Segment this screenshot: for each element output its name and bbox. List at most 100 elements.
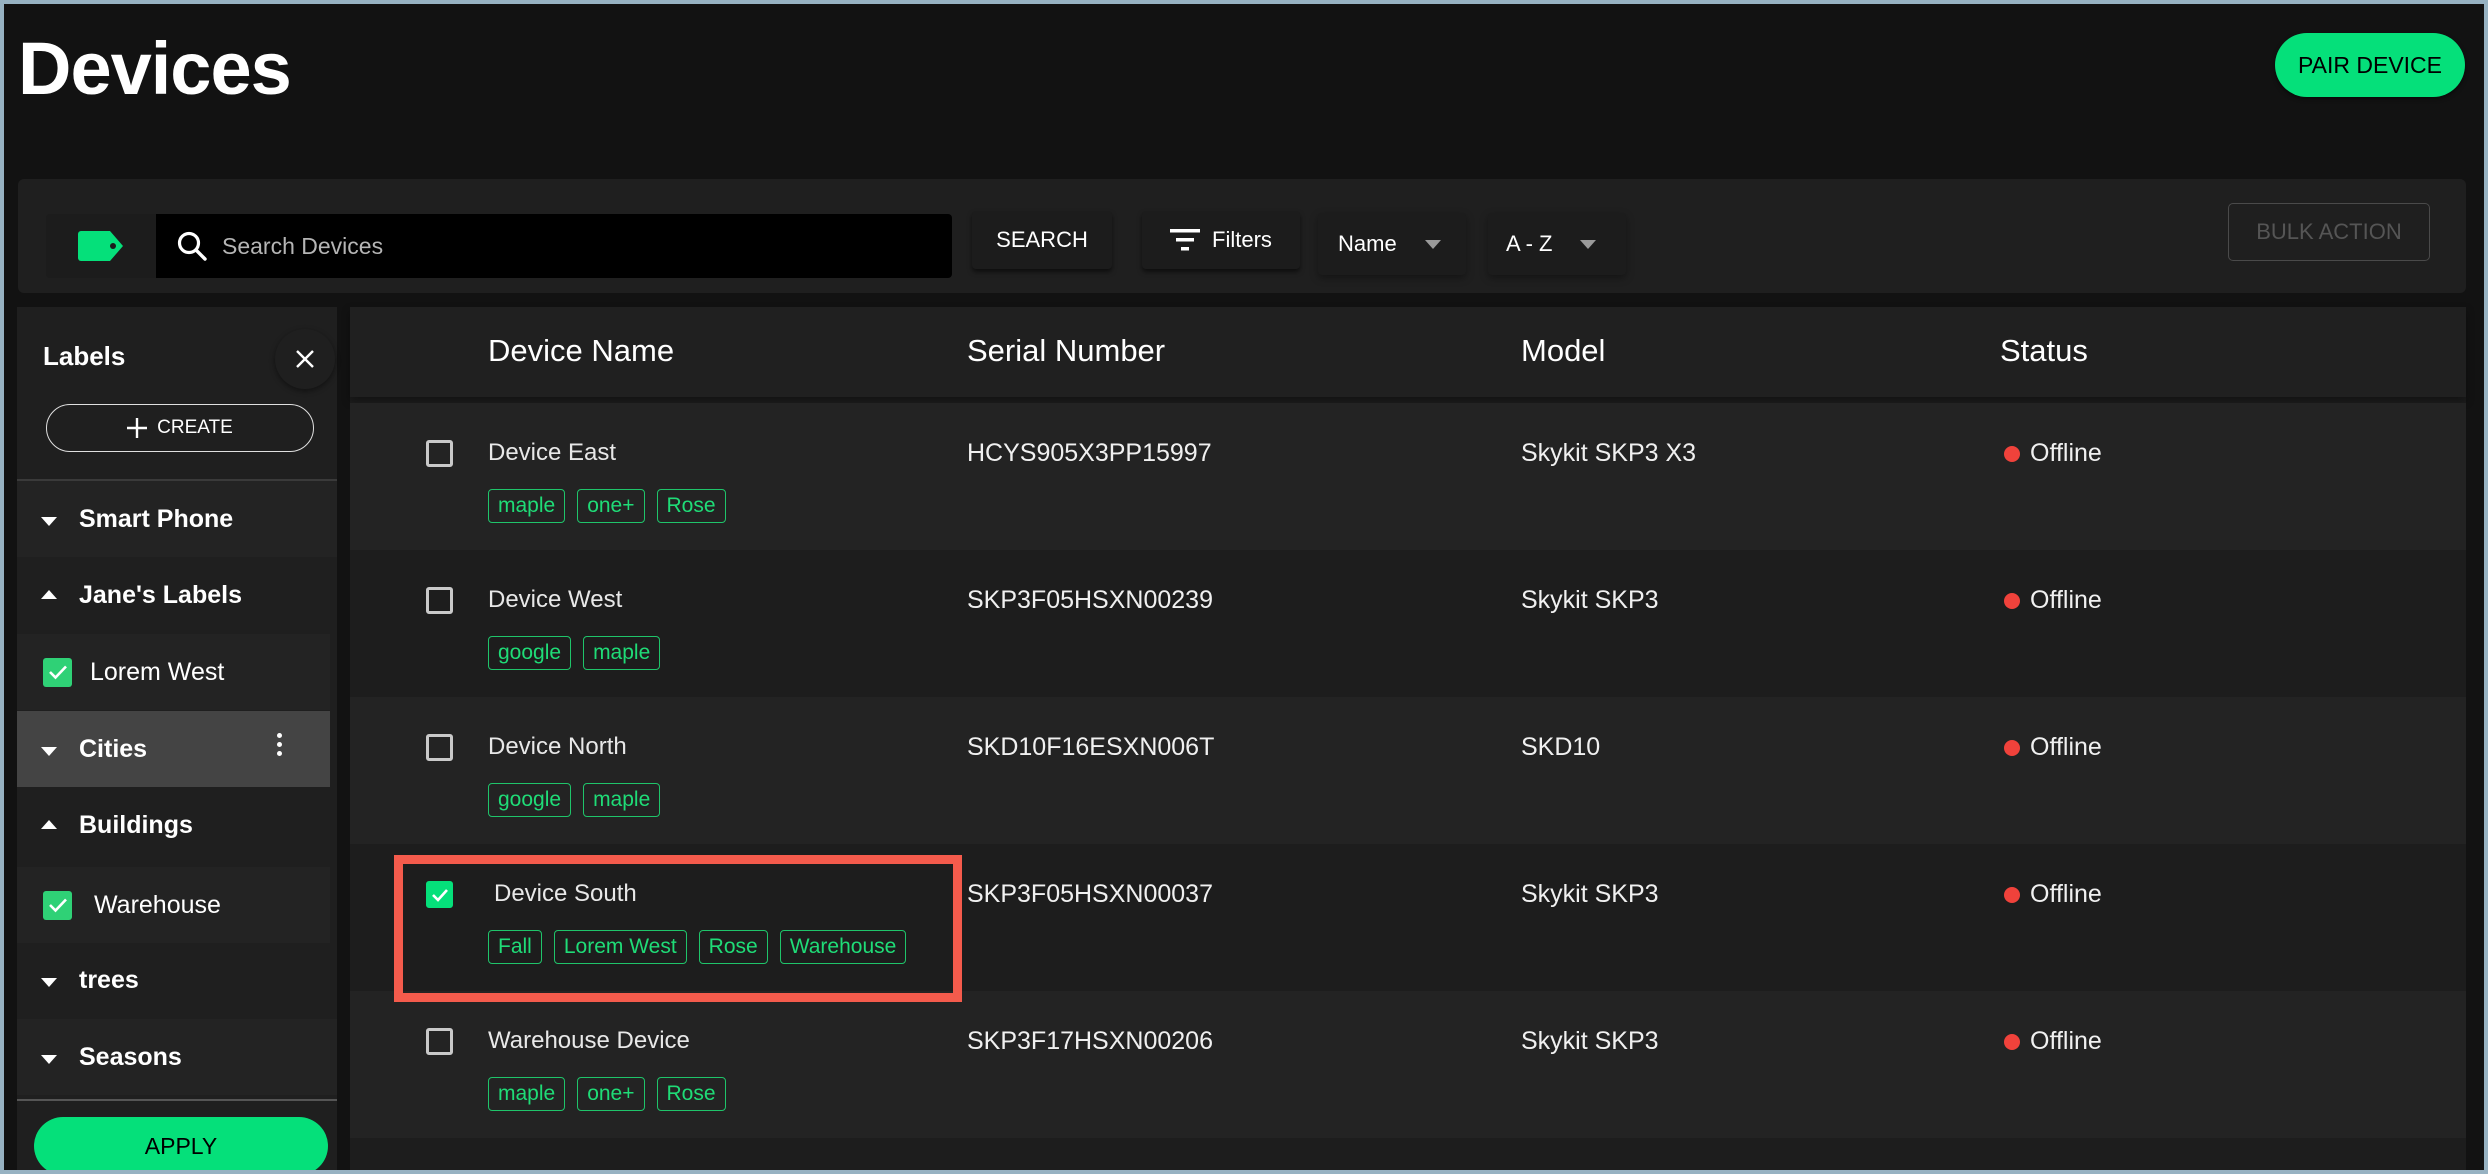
expand-icon <box>41 1054 57 1064</box>
device-name[interactable]: Warehouse Device <box>488 1027 690 1055</box>
label-tag[interactable]: Fall <box>488 930 542 964</box>
create-label-button[interactable]: CREATE <box>46 404 314 452</box>
label-tag[interactable]: maple <box>583 636 661 670</box>
status: Offline <box>2004 1027 2102 1056</box>
label-group-name: Smart Phone <box>79 504 234 533</box>
status-offline-icon <box>2004 886 2020 903</box>
device-label-tags: maple one+ Rose <box>488 489 726 523</box>
serial-number: SKP3F05HSXN00037 <box>967 880 1213 908</box>
label-tag-icon <box>78 231 123 261</box>
row-checkbox[interactable] <box>426 1028 453 1055</box>
status-text: Offline <box>2030 880 2102 908</box>
search-input[interactable] <box>222 232 922 260</box>
label-tag[interactable]: google <box>488 636 572 670</box>
row-checkbox[interactable] <box>426 734 453 761</box>
label-group-name: Cities <box>79 734 148 763</box>
pair-device-button[interactable]: PAIR DEVICE <box>2275 33 2465 97</box>
status-offline-icon <box>2004 445 2020 462</box>
check-icon <box>48 898 67 913</box>
label-tag[interactable]: one+ <box>577 489 645 523</box>
label-item-warehouse[interactable]: Warehouse <box>17 867 330 943</box>
label-group-cities[interactable]: Cities <box>17 711 330 787</box>
table-row[interactable]: Device East maple one+ Rose HCYS905X3PP15997… <box>350 403 2466 550</box>
status: Offline <box>2004 733 2102 762</box>
label-group-name: trees <box>79 965 139 994</box>
check-icon <box>48 665 67 680</box>
label-tag[interactable]: maple <box>583 783 661 817</box>
device-name[interactable]: Device North <box>488 733 627 761</box>
labels-toggle-button[interactable] <box>46 214 156 278</box>
label-group-trees[interactable]: trees <box>17 942 337 1018</box>
label-item-name: Warehouse <box>94 890 221 919</box>
label-group-seasons[interactable]: Seasons <box>17 1019 337 1095</box>
label-tag[interactable]: Warehouse <box>779 930 907 964</box>
label-tag[interactable]: maple <box>488 489 566 523</box>
collapse-icon <box>41 589 57 599</box>
column-header-device-name[interactable]: Device Name <box>488 333 674 369</box>
label-tag[interactable]: one+ <box>577 1077 645 1111</box>
label-tag[interactable]: Rose <box>656 489 726 523</box>
status-offline-icon <box>2004 1033 2020 1050</box>
label-tag[interactable]: maple <box>488 1077 566 1111</box>
labels-sidebar: Labels CREATE Smart Phone Jane's Labels <box>17 307 337 1170</box>
label-group-smart-phone[interactable]: Smart Phone <box>17 481 337 557</box>
table-row[interactable]: Device West google maple SKP3F05HSXN00239 Sk… <box>350 550 2466 697</box>
row-checkbox[interactable] <box>426 587 453 614</box>
status-text: Offline <box>2030 1027 2102 1055</box>
filters-button[interactable]: Filters <box>1142 211 1300 269</box>
row-checkbox-checked[interactable] <box>426 881 453 908</box>
table-header: Device Name Serial Number Model Status <box>350 307 2466 397</box>
device-label-tags: google maple <box>488 636 661 670</box>
check-icon <box>431 888 448 902</box>
status-text: Offline <box>2030 439 2102 467</box>
collapse-icon <box>41 819 57 829</box>
status-offline-icon <box>2004 592 2020 609</box>
column-header-status[interactable]: Status <box>2000 333 2088 369</box>
label-tag[interactable]: Rose <box>698 930 768 964</box>
device-name[interactable]: Device West <box>488 586 622 614</box>
checkbox-checked[interactable] <box>43 657 72 687</box>
label-group-buildings[interactable]: Buildings <box>17 787 337 863</box>
device-name[interactable]: Device South <box>494 880 637 908</box>
toolbar: SEARCH Filters Name A - Z BULK ACTION <box>18 179 2466 293</box>
divider <box>17 1099 337 1101</box>
table-row[interactable]: Device South Fall Lorem West Rose Warehouse S… <box>350 844 2466 991</box>
status-text: Offline <box>2030 733 2102 761</box>
label-item-name: Lorem West <box>90 657 225 686</box>
model: Skykit SKP3 <box>1521 586 1659 614</box>
model: Skykit SKP3 X3 <box>1521 439 1697 467</box>
label-tag[interactable]: google <box>488 783 572 817</box>
label-tag[interactable]: Lorem West <box>553 930 687 964</box>
label-tag[interactable]: Rose <box>656 1077 726 1111</box>
sort-order-value: A - Z <box>1506 231 1553 256</box>
label-item-lorem-west[interactable]: Lorem West <box>17 634 330 710</box>
search-button[interactable]: SEARCH <box>972 211 1112 269</box>
label-group-name: Seasons <box>79 1042 182 1071</box>
device-name[interactable]: Device East <box>488 439 616 467</box>
sort-order-select[interactable]: A - Z <box>1488 213 1626 275</box>
status-text: Offline <box>2030 586 2102 614</box>
more-options-icon[interactable] <box>277 733 282 756</box>
column-header-serial-number[interactable]: Serial Number <box>967 333 1165 369</box>
table-row[interactable]: Device North google maple SKD10F16ESXN006T S… <box>350 697 2466 844</box>
label-group-name: Buildings <box>79 810 193 839</box>
bulk-action-button[interactable]: BULK ACTION <box>2228 203 2430 261</box>
row-checkbox[interactable] <box>426 440 453 467</box>
device-label-tags: google maple <box>488 783 661 817</box>
device-label-tags: maple one+ Rose <box>488 1077 726 1111</box>
serial-number: SKP3F17HSXN00206 <box>967 1027 1213 1055</box>
label-group-janes-labels[interactable]: Jane's Labels <box>17 557 337 633</box>
table-row[interactable]: Warehouse Device maple one+ Rose SKP3F17HSXN… <box>350 991 2466 1138</box>
expand-icon <box>41 516 57 526</box>
column-header-model[interactable]: Model <box>1521 333 1605 369</box>
status: Offline <box>2004 586 2102 615</box>
close-sidebar-button[interactable] <box>275 329 335 389</box>
chevron-down-icon <box>1424 239 1441 249</box>
apply-button[interactable]: APPLY <box>34 1117 328 1170</box>
checkbox-checked[interactable] <box>43 890 72 920</box>
sort-field-select[interactable]: Name <box>1318 213 1466 275</box>
model: Skykit SKP3 <box>1521 1027 1659 1055</box>
plus-icon <box>127 418 148 438</box>
device-label-tags: Fall Lorem West Rose Warehouse <box>488 930 907 964</box>
search-field[interactable] <box>156 214 952 278</box>
